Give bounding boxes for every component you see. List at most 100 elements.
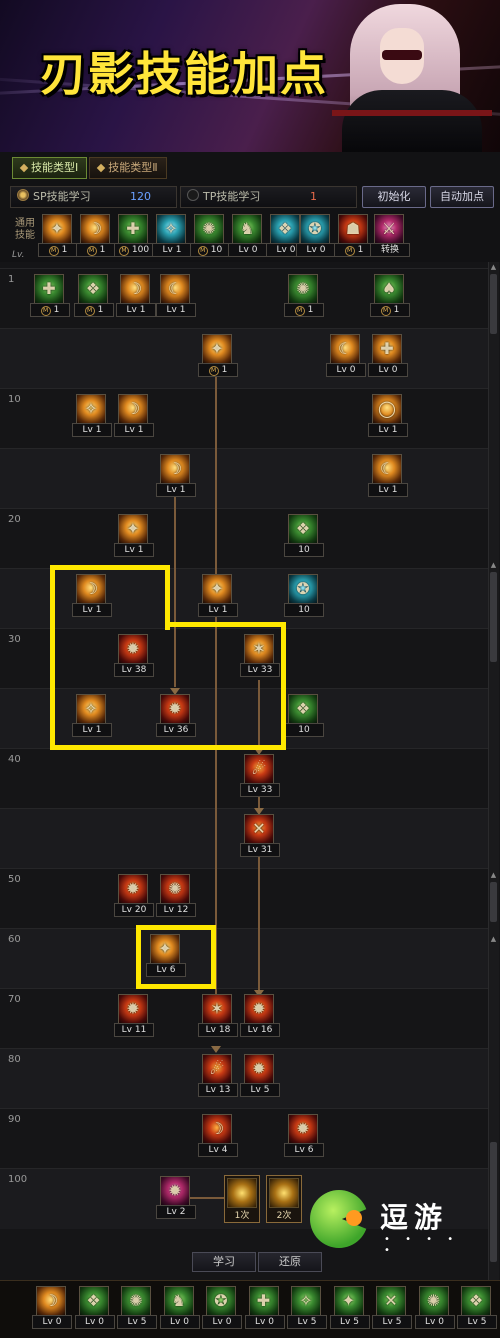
common-skill-slot[interactable]: ♞ Lv 0 [228,214,268,257]
scroll-thumb[interactable] [490,1142,497,1262]
tree-skill[interactable]: ☾ Lv 0 [326,334,366,377]
scroll-thumb[interactable] [490,572,497,662]
scroll-up-icon[interactable]: ▲ [490,936,497,943]
scroll-up-icon[interactable]: ▲ [490,264,497,271]
highlight-box [50,565,170,750]
scroll-up-icon[interactable]: ▲ [490,562,497,569]
skill-icon: ✦ [42,214,72,244]
skill-icon: ✧ [76,394,106,424]
skill-icon: ✦ [333,1286,364,1316]
tree-skill[interactable]: ✹ Lv 20 [114,874,154,917]
skill-icon: ♞ [163,1286,194,1316]
common-skill-slot[interactable]: ✦ M 1 [38,214,78,257]
common-skill-slot[interactable]: ☽ M 1 [76,214,116,257]
scrollbar[interactable]: ▲ ▲ ▲ ▲ [488,262,499,1312]
sp-points-bar[interactable]: SP技能学习 120 [10,186,177,208]
tree-skill[interactable]: ✪ 10 [284,574,324,617]
common-skill-slot[interactable]: ✚ M 100 [114,214,154,257]
mastery-icon: M [380,306,391,316]
tree-skill[interactable]: ☽ Lv 1 [114,394,154,437]
skill-icon: ✚ [118,214,148,244]
tp-points-value: 1 [310,190,317,203]
highlight-box [160,625,286,750]
common-skill-slot[interactable]: ✧ Lv 1 [152,214,192,257]
quickbar-slot[interactable]: ❖ Lv 0 [74,1286,115,1329]
skill-icon: ☄ [244,754,274,784]
awakening-slot-2[interactable]: 2次 [266,1175,302,1223]
quickbar-slot[interactable]: ♞ Lv 0 [159,1286,200,1329]
skill-icon: ☾ [372,454,402,484]
common-skill-slot[interactable]: ⚔ 转换 [370,214,410,257]
skill-icon: ◯ [372,394,402,424]
tree-skill[interactable]: ✦ M 1 [198,334,238,377]
tp-points-bar[interactable]: TP技能学习 1 [180,186,357,208]
mastery-icon: M [84,306,95,316]
level-number: 10 [8,394,21,405]
tab-skill-type-2[interactable]: 技能类型Ⅱ [89,157,167,179]
scroll-thumb[interactable] [490,274,497,334]
tree-skill[interactable]: ❖ 10 [284,514,324,557]
tree-skill[interactable]: ✧ Lv 1 [72,394,112,437]
quickbar-slot[interactable]: ✧ Lv 5 [287,1286,327,1329]
skill-icon: ✺ [418,1286,449,1316]
quickbar-slot[interactable]: ✕ Lv 5 [372,1286,412,1329]
auto-assign-button[interactable]: 自动加点 [430,186,494,208]
common-skill-slot[interactable]: ☗ M 1 [334,214,374,257]
tree-skill[interactable]: ☽ Lv 1 [116,274,156,317]
tree-skill[interactable]: ♠ M 1 [370,274,410,317]
tree-skill[interactable]: ☽ Lv 4 [198,1114,238,1157]
tree-skill[interactable]: ✹ Lv 2 [156,1176,196,1219]
skill-icon: ✺ [288,274,318,304]
scroll-thumb[interactable] [490,882,497,922]
skill-icon: ✺ [121,1286,151,1316]
quickbar-slot[interactable]: ✺ Lv 0 [414,1286,455,1329]
level-row [0,328,488,389]
common-skill-slot[interactable]: ✺ M 10 [190,214,230,257]
level-number: 70 [8,994,21,1005]
tree-skill[interactable]: ✹ Lv 16 [240,994,280,1037]
scroll-up-icon[interactable]: ▲ [490,872,497,879]
learn-button[interactable]: 学习 [192,1252,256,1272]
quickbar-slot[interactable]: ❖ Lv 5 [457,1286,497,1329]
tree-skill[interactable]: ✹ Lv 5 [240,1054,280,1097]
tree-skill[interactable]: ☾ Lv 1 [368,454,408,497]
tree-skill[interactable]: ☄ Lv 33 [240,754,280,797]
lv-label: Lv. [12,250,25,260]
tree-skill[interactable]: ✦ Lv 1 [198,574,238,617]
sp-points-value: 120 [130,190,151,203]
awakening-slot-1[interactable]: 1次 [224,1175,260,1223]
tree-skill[interactable]: ✦ Lv 1 [114,514,154,557]
tree-skill[interactable]: ✚ Lv 0 [368,334,408,377]
tree-skill[interactable]: ✹ Lv 11 [114,994,154,1037]
quickbar-slot[interactable]: ✺ Lv 5 [117,1286,157,1329]
quickbar-slot[interactable]: ✪ Lv 0 [202,1286,242,1329]
skill-icon: ❖ [288,514,318,544]
skill-icon: ☽ [120,274,150,304]
skill-icon: ✹ [244,1054,274,1084]
awakening-icon [269,1178,299,1208]
level-number: 1 [8,274,15,285]
tree-skill[interactable]: ☾ Lv 1 [156,274,196,317]
quickbar-slot[interactable]: ✚ Lv 0 [244,1286,285,1329]
tree-skill[interactable]: ☽ Lv 1 [156,454,196,497]
tab-skill-type-1[interactable]: 技能类型Ⅰ [12,157,88,179]
tree-skill[interactable]: ❖ M 1 [74,274,114,317]
quickbar-slot[interactable]: ✦ Lv 5 [329,1286,370,1329]
level-number: 40 [8,754,21,765]
tree-skill[interactable]: ✺ Lv 12 [156,874,196,917]
tree-skill[interactable]: ✺ M 1 [284,274,324,317]
tree-skill[interactable]: ✶ Lv 18 [198,994,238,1037]
skill-icon: ✹ [118,874,148,904]
tree-skill[interactable]: ✚ M 1 [30,274,70,317]
tree-skill[interactable]: ✕ Lv 31 [240,814,280,857]
tree-skill[interactable]: ✹ Lv 6 [284,1114,324,1157]
tree-skill[interactable]: ◯ Lv 1 [368,394,408,437]
revert-button[interactable]: 还原 [258,1252,322,1272]
quickbar-slot[interactable]: ☽ Lv 0 [32,1286,72,1329]
tree-skill[interactable]: ☄ Lv 13 [198,1054,238,1097]
tree-skill[interactable]: ❖ 10 [284,694,324,737]
common-skill-slot[interactable]: ✪ Lv 0 [296,214,336,257]
skill-icon: ☾ [330,334,360,364]
init-button[interactable]: 初始化 [362,186,426,208]
skill-icon: ❖ [270,214,300,244]
